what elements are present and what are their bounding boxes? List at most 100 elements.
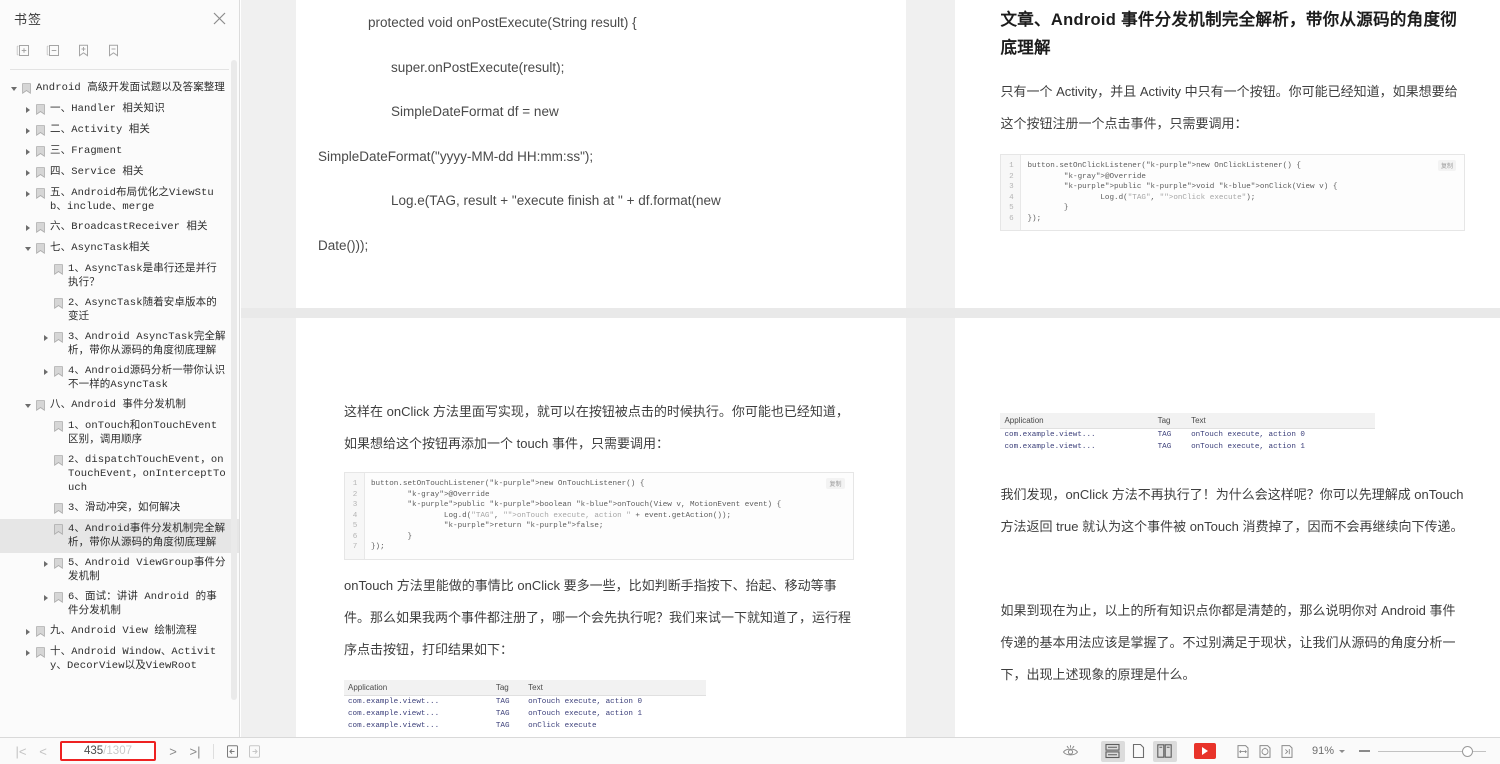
bookmark-tree-item[interactable]: 3、滑动冲突，如何解决 — [0, 498, 239, 519]
code-line-number: 4 — [352, 511, 358, 520]
table-row: com.example.viewt... TAG onTouch execute, … — [1000, 429, 1375, 442]
pdf-page-right-top: 文章、Android 事件分发机制完全解析，带你从源码的角度彻底理解 只有一个 … — [955, 0, 1500, 308]
chevron-right-icon[interactable] — [22, 165, 34, 180]
close-icon[interactable] — [209, 8, 229, 28]
code-line: 1 button.setOnClickListener("k-purple">ne… — [1001, 161, 1464, 172]
bookmark-tree-item[interactable]: 5、Android ViewGroup事件分发机制 — [0, 553, 239, 587]
copy-code-button[interactable]: 复制 — [826, 478, 845, 489]
chevron-right-icon[interactable] — [22, 102, 34, 117]
zoom-slider-knob[interactable] — [1462, 745, 1473, 757]
bookmark-tree-item[interactable]: 3、Android AsyncTask完全解析，带你从源码的角度彻底理解 — [0, 327, 239, 361]
chevron-right-icon[interactable] — [22, 144, 34, 159]
code-lines: 1 button.setOnTouchListener("k-purple">ne… — [345, 479, 853, 553]
next-page-button[interactable]: > — [162, 741, 184, 761]
expand-all-icon[interactable] — [14, 41, 33, 60]
bookmark-tree-item[interactable]: 六、BroadcastReceiver 相关 — [0, 217, 239, 238]
chevron-right-icon[interactable] — [40, 590, 52, 605]
chevron-right-icon[interactable] — [40, 364, 52, 379]
zoom-level-label[interactable]: 91% — [1312, 745, 1334, 757]
bookmark-tree-item[interactable]: 八、Android 事件分发机制 — [0, 395, 239, 416]
bookmark-tree-item[interactable]: 2、AsyncTask随着安卓版本的变迁 — [0, 293, 239, 327]
bookmark-tree-item[interactable]: 4、Android事件分发机制完全解析，带你从源码的角度彻底理解 — [0, 519, 239, 553]
bookmark-item-label: 4、Android源码分析一带你认识不一样的AsyncTask — [68, 365, 226, 391]
code-line: 3 "k-purple">public "k-purple">boolean "… — [345, 500, 853, 511]
chevron-right-icon[interactable] — [22, 123, 34, 138]
table-cell: onClick execute — [528, 721, 597, 730]
code-line: 7}); — [345, 542, 853, 553]
bookmark-tree-item[interactable]: 三、Fragment — [0, 141, 239, 162]
reading-mode-icon[interactable] — [1060, 741, 1082, 761]
view-mode-single-page[interactable] — [1127, 741, 1151, 762]
presentation-mode-button[interactable] — [1193, 743, 1216, 759]
table-cell: TAG — [1157, 443, 1172, 451]
fit-page-icon[interactable] — [1254, 741, 1276, 761]
chevron-right-icon[interactable] — [40, 556, 52, 571]
code-line-text: Log.d("TAG", "">onClick execute"); — [1027, 193, 1256, 202]
remove-bookmark-icon[interactable] — [104, 41, 123, 60]
fit-width-icon[interactable] — [1232, 741, 1254, 761]
paragraph-ontouch-explain: onTouch 方法里能做的事情比 onClick 要多一些，比如判断手指按下、… — [344, 577, 852, 657]
bottom-toolbar: |< < 435/1307 > >| 91% — [0, 737, 1500, 764]
bookmark-tree-item[interactable]: 十、Android Window、Activity、DecorView以及Vie… — [0, 642, 239, 676]
chevron-down-icon[interactable] — [22, 398, 34, 413]
code-line-text: Log.d("TAG", "">onTouch execute, action … — [371, 511, 732, 520]
bookmark-tree-item[interactable]: 四、Service 相关 — [0, 162, 239, 183]
bookmark-tree-item[interactable]: 五、Android布局优化之ViewStub、include、merge — [0, 183, 239, 217]
view-mode-continuous-scroll[interactable] — [1100, 740, 1125, 762]
bookmark-item-label: 一、Handler 相关知识 — [50, 103, 165, 115]
code-text-line: Date())); — [318, 237, 369, 253]
bookmark-tree-item[interactable]: 九、Android View 绘制流程 — [0, 621, 239, 642]
chevron-down-icon[interactable] — [22, 241, 34, 256]
actual-size-icon[interactable] — [1276, 741, 1298, 761]
bookmark-icon — [52, 296, 65, 311]
zoom-out-button[interactable] — [1359, 750, 1370, 752]
bookmark-tree-item[interactable]: 4、Android源码分析一带你认识不一样的AsyncTask — [0, 361, 239, 395]
bookmark-tree[interactable]: Android 高级开发面试题以及答案整理一、Handler 相关知识二、Act… — [0, 70, 239, 737]
chevron-right-icon[interactable] — [40, 330, 52, 345]
chevron-right-icon[interactable] — [22, 645, 34, 660]
bookmark-tree-item[interactable]: 一、Handler 相关知识 — [0, 99, 239, 120]
view-mode-two-page-spread[interactable] — [1152, 740, 1177, 762]
code-text-line: SimpleDateFormat df = new — [391, 104, 559, 120]
bookmark-tree-item[interactable]: 二、Activity 相关 — [0, 120, 239, 141]
collapse-all-icon[interactable] — [44, 41, 63, 60]
bookmark-icon — [34, 186, 47, 201]
last-page-button[interactable]: >| — [184, 741, 206, 761]
bookmark-tree-item[interactable]: 七、AsyncTask相关 — [0, 238, 239, 259]
table-column-header: Application — [344, 679, 492, 696]
code-line-number: 4 — [1009, 193, 1014, 202]
chevron-down-icon[interactable] — [1339, 749, 1345, 753]
code-line-text: }); — [371, 543, 385, 551]
sidebar-scrollbar[interactable] — [231, 60, 237, 700]
chevron-right-icon[interactable] — [22, 220, 34, 235]
previous-page-button[interactable]: < — [32, 741, 54, 761]
bookmark-tree-item[interactable]: 1、onTouch和onTouchEvent区别，调用顺序 — [0, 416, 239, 450]
table-column-header: Tag — [491, 679, 525, 696]
bookmark-icon — [34, 123, 47, 138]
code-line-number: 1 — [1009, 162, 1014, 170]
bookmark-tree-item[interactable]: 2、dispatchTouchEvent，onTouchEvent，onInte… — [0, 450, 239, 498]
bookmark-tree-item[interactable]: 1、AsyncTask是串行还是并行执行？ — [0, 259, 239, 293]
logcat-table: Application Tag Text com.example.viewt... T… — [1000, 413, 1376, 453]
next-view-icon[interactable] — [243, 741, 265, 761]
chevron-right-icon[interactable] — [22, 186, 34, 201]
first-page-button[interactable]: |< — [10, 741, 32, 761]
document-viewport[interactable]: protected void onPostExecute(String resu… — [241, 0, 1500, 737]
logcat-table: Application Tag Text com.example.viewt... T… — [344, 679, 706, 732]
bookmark-tree-item[interactable]: Android 高级开发面试题以及答案整理 — [0, 78, 239, 99]
bookmark-item-label: 五、Android布局优化之ViewStub、include、merge — [50, 187, 214, 213]
play-icon — [1201, 747, 1208, 755]
table-cell: onTouch execute, action 0 — [528, 697, 643, 706]
code-line-text: } — [1027, 204, 1069, 212]
code-line-number: 1 — [352, 480, 358, 488]
page-number-input[interactable]: 435/1307 — [60, 741, 156, 761]
add-bookmark-icon[interactable] — [74, 41, 93, 60]
chevron-right-icon[interactable] — [22, 624, 34, 639]
zoom-slider[interactable] — [1378, 744, 1486, 758]
paragraph-onclick-intro: 这样在 onClick 方法里面写实现，就可以在按钮被点击的时候执行。你可能也已… — [344, 404, 849, 451]
chevron-down-icon[interactable] — [8, 81, 20, 96]
bookmark-icon — [52, 330, 65, 345]
previous-view-icon[interactable] — [221, 741, 243, 761]
bookmark-tree-item[interactable]: 6、面试：讲讲 Android 的事件分发机制 — [0, 587, 239, 621]
copy-code-button[interactable]: 复制 — [1437, 160, 1456, 171]
